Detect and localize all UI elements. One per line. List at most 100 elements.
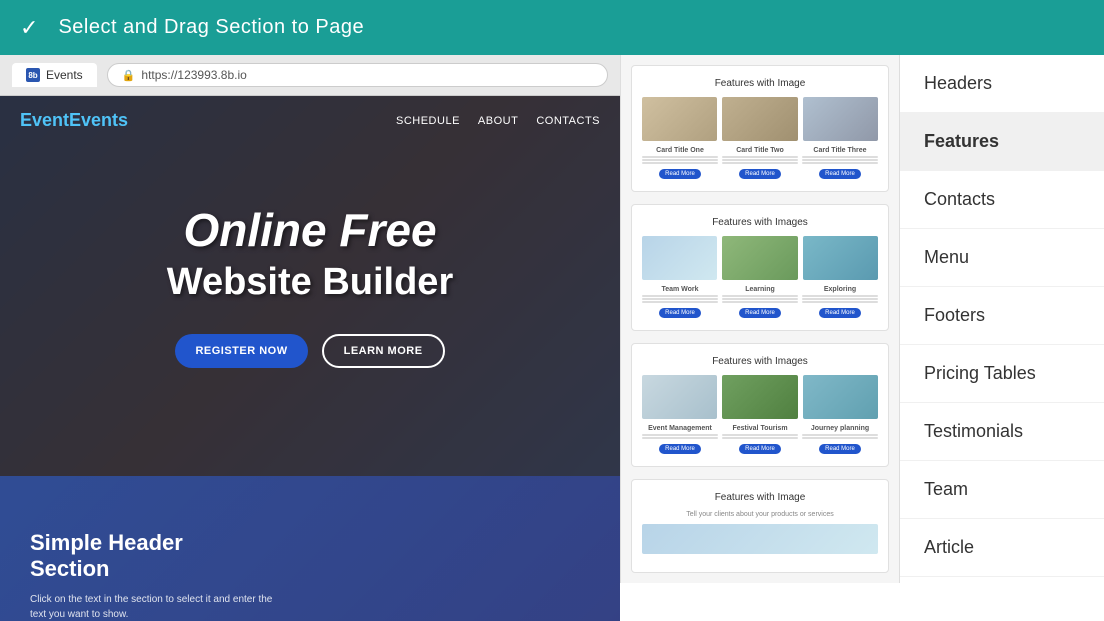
- thumb-col-1-3: Card Title Three Read More: [802, 147, 878, 179]
- thumb-col-lines-2-2: [722, 295, 798, 303]
- section-list-panel: Headers Features Contacts Menu Footers P…: [900, 55, 1104, 621]
- line: [802, 159, 878, 161]
- thumb-col-title-2-3: Exploring: [824, 286, 856, 293]
- section-item-features[interactable]: Features: [900, 113, 1104, 171]
- thumb-col-title-1-3: Card Title Three: [813, 147, 866, 154]
- thumb-col-lines-1-3: [802, 156, 878, 164]
- nav-about[interactable]: ABOUT: [478, 115, 518, 127]
- thumb-col-lines-1-2: [722, 156, 798, 164]
- thumb-col-1-2: Card Title Two Read More: [722, 147, 798, 179]
- thumb-cols-3: Event Management Read More Festival Tour…: [642, 425, 878, 454]
- address-url: https://123993.8b.io: [141, 68, 246, 82]
- thumb-col-title-1-2: Card Title Two: [736, 147, 784, 154]
- nav-contacts[interactable]: CONTACTS: [536, 115, 600, 127]
- section-item-contacts[interactable]: Contacts: [900, 171, 1104, 229]
- thumb-col-title-3-2: Festival Tourism: [732, 425, 787, 432]
- hero-content: Online Free Website Builder REGISTER NOW…: [0, 145, 620, 368]
- thumb-img-3-1: [642, 375, 717, 419]
- nav-schedule[interactable]: SCHEDULE: [396, 115, 460, 127]
- thumb-col-2-1: Team Work Read More: [642, 286, 718, 318]
- thumb-btn-1-3[interactable]: Read More: [819, 169, 861, 179]
- thumb-title-1: Features with Image: [642, 78, 878, 89]
- site-nav-links: SCHEDULE ABOUT CONTACTS: [396, 115, 600, 127]
- thumb-img-3-3: [803, 375, 878, 419]
- line: [642, 434, 718, 436]
- thumb-images-3: [642, 375, 878, 419]
- section-item-headers[interactable]: Headers: [900, 55, 1104, 113]
- line: [802, 156, 878, 158]
- address-bar[interactable]: 🔒 https://123993.8b.io: [107, 63, 608, 87]
- thumb-col-1-1: Card Title One Read More: [642, 147, 718, 179]
- thumb-btn-2-2[interactable]: Read More: [739, 308, 781, 318]
- thumb-col-2-3: Exploring Read More: [802, 286, 878, 318]
- learn-more-button[interactable]: LEARN MORE: [322, 334, 445, 368]
- thumb-col-title-3-1: Event Management: [648, 425, 712, 432]
- line: [642, 437, 718, 439]
- thumb-col-title-1-1: Card Title One: [656, 147, 704, 154]
- simple-header-title: Simple HeaderSection: [30, 530, 590, 583]
- thumb-features-with-image-1[interactable]: Features with Image Card Title One: [631, 65, 889, 192]
- line: [642, 295, 718, 297]
- thumb-col-lines-2-1: [642, 295, 718, 303]
- thumbnails-panel-wrapper: Features with Image Card Title One: [620, 55, 900, 621]
- thumb-col-lines-2-3: [802, 295, 878, 303]
- thumb-images-1: [642, 97, 878, 141]
- line: [722, 434, 798, 436]
- thumb-cols-2: Team Work Read More Learning: [642, 286, 878, 318]
- line: [722, 156, 798, 158]
- line: [802, 301, 878, 303]
- thumb-title-3: Features with Images: [642, 356, 878, 367]
- thumb-img-1-3: [803, 97, 878, 141]
- line: [802, 437, 878, 439]
- line: [722, 437, 798, 439]
- site-logo: EventEvents: [20, 110, 128, 131]
- thumb-col-3-1: Event Management Read More: [642, 425, 718, 454]
- thumb-btn-1-2[interactable]: Read More: [739, 169, 781, 179]
- section-item-article[interactable]: Article: [900, 519, 1104, 577]
- top-bar-title: Select and Drag Section to Page: [58, 16, 364, 39]
- thumb-btn-2-1[interactable]: Read More: [659, 308, 701, 318]
- check-icon: ✓: [20, 15, 38, 41]
- line: [802, 434, 878, 436]
- thumb-btn-3-1[interactable]: Read More: [659, 444, 701, 454]
- line: [722, 159, 798, 161]
- thumb-images-4: [642, 524, 878, 554]
- line: [722, 298, 798, 300]
- thumb-btn-3-3[interactable]: Read More: [819, 444, 861, 454]
- line: [802, 162, 878, 164]
- line: [642, 156, 718, 158]
- section-item-menu[interactable]: Menu: [900, 229, 1104, 287]
- line: [722, 301, 798, 303]
- hero-section: EventEvents SCHEDULE ABOUT CONTACTS Onli…: [0, 96, 620, 476]
- thumb-img-2-2: [722, 236, 797, 280]
- thumb-img-1-1: [642, 97, 717, 141]
- thumb-features-with-images-3[interactable]: Features with Images Event Management Re…: [631, 343, 889, 467]
- section-item-team[interactable]: Team: [900, 461, 1104, 519]
- thumb-col-2-2: Learning Read More: [722, 286, 798, 318]
- register-now-button[interactable]: REGISTER NOW: [175, 334, 307, 368]
- thumbnails-panel[interactable]: Features with Image Card Title One: [620, 55, 900, 583]
- simple-header-description: Click on the text in the section to sele…: [30, 592, 290, 621]
- section-item-testimonials[interactable]: Testimonials: [900, 403, 1104, 461]
- thumb-col-title-2-1: Team Work: [661, 286, 698, 293]
- thumb-features-with-images-2[interactable]: Features with Images Team Work Rea: [631, 204, 889, 331]
- thumb-title-2: Features with Images: [642, 217, 878, 228]
- hero-buttons: REGISTER NOW LEARN MORE: [0, 334, 620, 368]
- thumb-img-3-2: [722, 375, 797, 419]
- thumb-img-4-1: [642, 524, 878, 554]
- section-item-pricing-tables[interactable]: Pricing Tables: [900, 345, 1104, 403]
- section-item-footers[interactable]: Footers: [900, 287, 1104, 345]
- browser-tab[interactable]: 8b Events: [12, 63, 97, 87]
- line: [642, 162, 718, 164]
- thumb-btn-1-1[interactable]: Read More: [659, 169, 701, 179]
- thumb-btn-2-3[interactable]: Read More: [819, 308, 861, 318]
- thumb-features-with-image-4[interactable]: Features with Image Tell your clients ab…: [631, 479, 889, 573]
- website-preview-panel: 8b Events 🔒 https://123993.8b.io EventEv…: [0, 55, 620, 621]
- line: [802, 295, 878, 297]
- thumb-title-4: Features with Image: [642, 492, 878, 503]
- thumb-btn-3-2[interactable]: Read More: [739, 444, 781, 454]
- thumb-col-title-2-2: Learning: [745, 286, 775, 293]
- thumb-subtitle-4: Tell your clients about your products or…: [642, 511, 878, 518]
- thumb-col-lines-3-3: [802, 434, 878, 439]
- simple-header-section: Simple HeaderSection Click on the text i…: [0, 476, 620, 621]
